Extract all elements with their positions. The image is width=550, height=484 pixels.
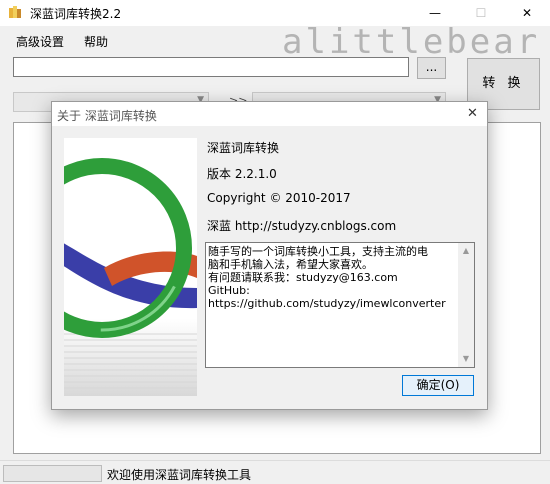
chevron-up-icon[interactable]: ▲ <box>458 243 474 259</box>
app-icon <box>8 5 22 19</box>
copyright-label: Copyright © 2010-2017 <box>207 191 351 205</box>
dialog-title: 关于 深蓝词库转换 <box>57 109 157 123</box>
ok-button[interactable]: 确定(O) <box>402 375 474 396</box>
menu-bar: 高级设置 帮助 <box>0 28 550 52</box>
description-text: 随手写的一个词库转换小工具，支持主流的电 脑和手机输入法，希望大家喜欢。 有问题… <box>208 245 446 310</box>
description-box[interactable]: 随手写的一个词库转换小工具，支持主流的电 脑和手机输入法，希望大家喜欢。 有问题… <box>205 242 475 368</box>
chevron-down-icon[interactable]: ▼ <box>458 351 474 367</box>
status-bar: 欢迎使用深蓝词库转换工具 <box>0 460 550 484</box>
logo-image <box>64 138 197 396</box>
dialog-titlebar: 关于 深蓝词库转换 ✕ <box>52 102 487 126</box>
about-dialog: 关于 深蓝词库转换 ✕ 深蓝词库转换 版本 2.2.1.0 Copyright … <box>51 101 488 410</box>
menu-advanced-settings[interactable]: 高级设置 <box>16 33 64 50</box>
file-path-input[interactable] <box>13 57 409 77</box>
browse-button[interactable]: ... <box>417 57 446 79</box>
version-label: 版本 2.2.1.0 <box>207 167 277 181</box>
progress-bar <box>3 465 102 482</box>
status-text: 欢迎使用深蓝词库转换工具 <box>107 468 252 482</box>
product-name: 深蓝词库转换 <box>207 141 280 155</box>
menu-help[interactable]: 帮助 <box>84 33 108 50</box>
website-label: 深蓝 http://studyzy.cnblogs.com <box>207 219 397 233</box>
description-scrollbar[interactable]: ▲ ▼ <box>458 243 474 367</box>
dialog-close-button[interactable]: ✕ <box>458 102 487 126</box>
window-title: 深蓝词库转换2.2 <box>30 7 122 21</box>
